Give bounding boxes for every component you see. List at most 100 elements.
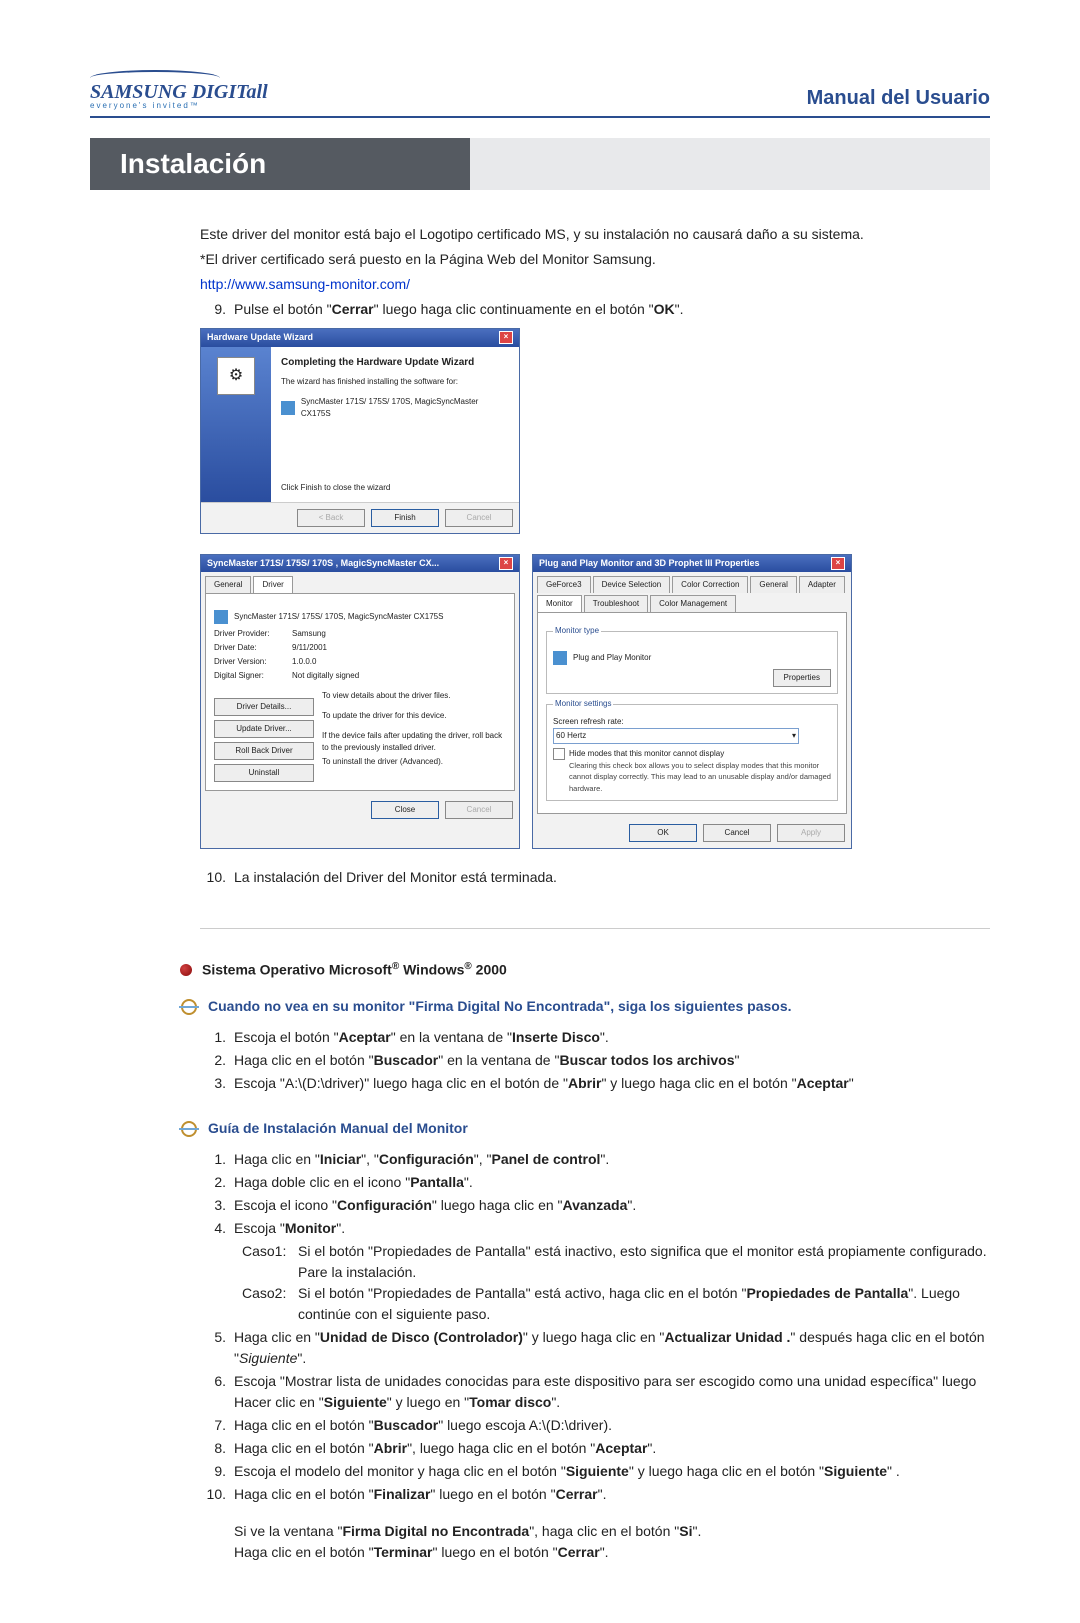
- monitor-icon: [553, 651, 567, 665]
- cancel-button[interactable]: Cancel: [703, 824, 771, 842]
- hardware-update-wizard-window: Hardware Update Wizard × ⚙ Completing th…: [200, 328, 520, 534]
- footer-note-2: Haga clic en el botón "Terminar" luego e…: [200, 1542, 990, 1563]
- tab-color-management[interactable]: Color Management: [650, 595, 736, 612]
- monitor-adapter-properties-window: Plug and Play Monitor and 3D Prophet III…: [532, 554, 852, 849]
- case2-label: Caso2:: [242, 1283, 292, 1325]
- case1-text: Si el botón "Propiedades de Pantalla" es…: [298, 1241, 990, 1283]
- section-banner: Instalación: [90, 138, 990, 190]
- driver-provider-label: Driver Provider:: [214, 628, 284, 640]
- case2: Caso2:Si el botón "Propiedades de Pantal…: [200, 1283, 990, 1325]
- wizard-line1: The wizard has finished installing the s…: [281, 376, 509, 388]
- tab-general[interactable]: General: [205, 576, 251, 593]
- list-b-5-num: 5.: [200, 1327, 234, 1369]
- uninstall-desc: To uninstall the driver (Advanced).: [322, 756, 506, 768]
- monitor-icon: [281, 401, 295, 415]
- step-9-number: 9.: [200, 299, 234, 320]
- tab-adapter[interactable]: Adapter: [799, 576, 845, 593]
- section-divider: [200, 928, 990, 929]
- tab-device-selection[interactable]: Device Selection: [593, 576, 671, 593]
- samsung-logo: SAMSUNG DIGITall everyone's invited™: [90, 70, 268, 110]
- tab-general[interactable]: General: [750, 576, 796, 593]
- samsung-monitor-link[interactable]: http://www.samsung-monitor.com/: [200, 276, 410, 292]
- uninstall-button[interactable]: Uninstall: [214, 764, 314, 782]
- manual-install-heading: Guía de Instalación Manual del Monitor: [208, 1118, 468, 1139]
- list-b-1-num: 1.: [200, 1149, 234, 1170]
- close-icon[interactable]: ×: [831, 557, 845, 570]
- logo-sub-text: everyone's invited™: [90, 102, 268, 110]
- wizard-heading: Completing the Hardware Update Wizard: [281, 355, 509, 370]
- win2000-heading: Sistema Operativo Microsoft® Windows® 20…: [202, 959, 507, 981]
- driver-properties-window: SyncMaster 171S/ 175S/ 170S , MagicSyncM…: [200, 554, 520, 849]
- case1-label: Caso1:: [242, 1241, 292, 1283]
- tab-geforce3[interactable]: GeForce3: [537, 576, 591, 593]
- driver-date-label: Driver Date:: [214, 642, 284, 654]
- digital-signer-label: Digital Signer:: [214, 670, 284, 682]
- list-b-9: Escoja el modelo del monitor y haga clic…: [234, 1461, 990, 1482]
- monitor-props-titlebar: Plug and Play Monitor and 3D Prophet III…: [539, 557, 760, 571]
- list-b-10-num: 10.: [200, 1484, 234, 1505]
- list-b-6-num: 6.: [200, 1371, 234, 1413]
- o-bullet-icon: [180, 1123, 198, 1135]
- o-bullet-icon: [180, 1001, 198, 1013]
- back-button[interactable]: < Back: [297, 509, 365, 527]
- monitor-icon: [214, 610, 228, 624]
- list-b-9-num: 9.: [200, 1461, 234, 1482]
- hide-modes-label: Hide modes that this monitor cannot disp…: [569, 748, 831, 760]
- step-9-text: Pulse el botón "Cerrar" luego haga clic …: [234, 301, 684, 317]
- intro-p2: *El driver certificado será puesto en la…: [200, 249, 990, 270]
- monitor-settings-legend: Monitor settings: [553, 698, 613, 710]
- apply-button[interactable]: Apply: [777, 824, 845, 842]
- driver-date-value: 9/11/2001: [292, 642, 327, 654]
- list-a-1: Escoja el botón "Aceptar" en la ventana …: [234, 1027, 990, 1048]
- finish-button[interactable]: Finish: [371, 509, 439, 527]
- properties-button[interactable]: Properties: [773, 669, 831, 687]
- content: Este driver del monitor está bajo el Log…: [90, 190, 990, 1563]
- step-10-text: La instalación del Driver del Monitor es…: [234, 867, 990, 888]
- tab-color-correction[interactable]: Color Correction: [672, 576, 748, 593]
- driver-device: SyncMaster 171S/ 175S/ 170S, MagicSyncMa…: [234, 611, 443, 623]
- list-b-4-num: 4.: [200, 1218, 234, 1239]
- monitor-type-value: Plug and Play Monitor: [573, 652, 651, 664]
- driver-props-titlebar: SyncMaster 171S/ 175S/ 170S , MagicSyncM…: [207, 557, 439, 571]
- refresh-rate-value: 60 Hertz: [556, 730, 586, 742]
- case1: Caso1:Si el botón "Propiedades de Pantal…: [200, 1241, 990, 1283]
- ok-button[interactable]: OK: [629, 824, 697, 842]
- close-icon[interactable]: ×: [499, 331, 513, 344]
- list-b-1: Haga clic en "Iniciar", "Configuración",…: [234, 1149, 990, 1170]
- driver-version-value: 1.0.0.0: [292, 656, 316, 668]
- list-b-2-num: 2.: [200, 1172, 234, 1193]
- intro-p1: Este driver del monitor está bajo el Log…: [200, 224, 990, 245]
- tab-monitor[interactable]: Monitor: [537, 595, 582, 612]
- refresh-rate-select[interactable]: 60 Hertz ▾: [553, 728, 799, 744]
- section-title: Instalación: [90, 138, 470, 190]
- chevron-down-icon: ▾: [792, 730, 796, 742]
- case2-text: Si el botón "Propiedades de Pantalla" es…: [298, 1283, 990, 1325]
- page-header: SAMSUNG DIGITall everyone's invited™ Man…: [90, 70, 990, 118]
- wizard-titlebar: Hardware Update Wizard: [207, 331, 313, 345]
- close-button[interactable]: Close: [371, 801, 439, 819]
- list-b-8: Haga clic en el botón "Abrir", luego hag…: [234, 1438, 990, 1459]
- wizard-click-finish: Click Finish to close the wizard: [281, 482, 390, 494]
- driver-details-button[interactable]: Driver Details...: [214, 698, 314, 716]
- driver-details-desc: To view details about the driver files.: [322, 690, 506, 710]
- cancel-button[interactable]: Cancel: [445, 509, 513, 527]
- list-b-8-num: 8.: [200, 1438, 234, 1459]
- list-b-7-num: 7.: [200, 1415, 234, 1436]
- tab-troubleshoot[interactable]: Troubleshoot: [584, 595, 648, 612]
- list-b-3-num: 3.: [200, 1195, 234, 1216]
- driver-provider-value: Samsung: [292, 628, 326, 640]
- list-b-7: Haga clic en el botón "Buscador" luego e…: [234, 1415, 990, 1436]
- update-driver-button[interactable]: Update Driver...: [214, 720, 314, 738]
- step-10-number: 10.: [200, 867, 234, 888]
- list-b-5: Haga clic en "Unidad de Disco (Controlad…: [234, 1327, 990, 1369]
- list-a-2: Haga clic en el botón "Buscador" en la v…: [234, 1050, 990, 1071]
- tab-driver[interactable]: Driver: [253, 576, 292, 593]
- hide-modes-checkbox[interactable]: [553, 748, 565, 760]
- list-b-10: Haga clic en el botón "Finalizar" luego …: [234, 1484, 990, 1505]
- red-bullet-icon: [180, 964, 192, 976]
- cancel-button[interactable]: Cancel: [445, 801, 513, 819]
- close-icon[interactable]: ×: [499, 557, 513, 570]
- list-a-3-num: 3.: [200, 1073, 234, 1094]
- rollback-driver-button[interactable]: Roll Back Driver: [214, 742, 314, 760]
- update-driver-desc: To update the driver for this device.: [322, 710, 506, 730]
